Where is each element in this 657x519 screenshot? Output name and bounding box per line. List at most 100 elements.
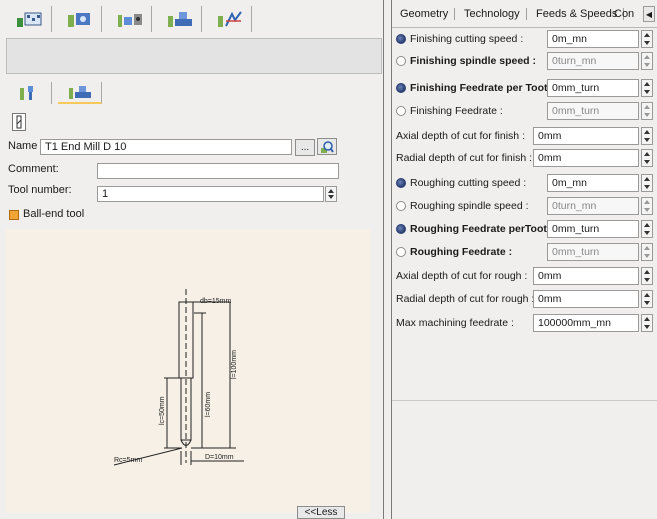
tool-sketch: db=15mm l=100mm l=60mm lc=50mm Rc=5mm D=… xyxy=(6,229,370,513)
param-spinner[interactable] xyxy=(641,30,653,48)
divider-line xyxy=(392,400,657,401)
param-row: Radial depth of cut for rough :0mm xyxy=(392,289,657,311)
param-row: Roughing Feedrate : 0mm_turn xyxy=(392,242,657,264)
param-spinner[interactable] xyxy=(641,174,653,192)
param-label: Roughing spindle speed : xyxy=(410,200,529,212)
tabs-scroll-left-icon[interactable]: ◀ xyxy=(643,6,655,22)
param-radio[interactable] xyxy=(396,56,406,66)
param-label: Radial depth of cut for rough : xyxy=(396,293,535,305)
param-label: Roughing cutting speed : xyxy=(410,177,527,189)
browse-button[interactable]: ... xyxy=(295,139,315,156)
tool-search-button[interactable] xyxy=(317,138,337,155)
param-row: Roughing Feedrate perTooth: 0mm_turn xyxy=(392,219,657,241)
tool-assembly-icon[interactable] xyxy=(108,6,152,32)
param-value-field[interactable]: 0mm_turn xyxy=(547,79,639,97)
param-spinner[interactable] xyxy=(641,197,653,215)
machine-icon[interactable] xyxy=(158,6,202,32)
db-dimension-label: db=15mm xyxy=(200,298,231,305)
param-spinner[interactable] xyxy=(641,267,653,285)
comment-field[interactable] xyxy=(97,163,339,179)
param-spinner[interactable] xyxy=(641,102,653,120)
param-spinner[interactable] xyxy=(641,220,653,238)
effective-length-label: l=60mm xyxy=(205,392,212,417)
param-row: Finishing cutting speed : 0m_mn xyxy=(392,29,657,51)
name-field[interactable]: T1 End Mill D 10 xyxy=(40,139,292,155)
tool-geometry-tab[interactable] xyxy=(8,82,52,104)
param-spinner[interactable] xyxy=(641,127,653,145)
tool-number-field[interactable]: 1 xyxy=(97,186,324,202)
param-radio[interactable] xyxy=(396,106,406,116)
param-row: Max machining feedrate : 100000mm_mn xyxy=(392,313,657,335)
ball-end-label: Ball-end tool xyxy=(23,208,85,220)
param-label: Finishing cutting speed : xyxy=(410,33,524,45)
param-value-field[interactable]: 0mm xyxy=(533,290,639,308)
param-spinner[interactable] xyxy=(641,79,653,97)
param-value-field[interactable]: 0m_mn xyxy=(547,174,639,192)
cutting-length-label: lc=50mm xyxy=(159,396,166,425)
parameter-tabs: Geometry Technology Feeds & Speeds Con ◀ xyxy=(392,0,657,28)
param-value-field[interactable]: 0m_mn xyxy=(547,30,639,48)
feeds-speeds-panel: Geometry Technology Feeds & Speeds Con ◀… xyxy=(392,0,657,519)
message-area xyxy=(6,38,382,74)
comment-label: Comment: xyxy=(8,163,59,175)
param-value-field[interactable]: 100000mm_mn xyxy=(533,314,639,332)
param-label: Axial depth of cut for rough : xyxy=(396,270,528,282)
part-operation-icon[interactable] xyxy=(8,6,52,32)
pane-splitter[interactable] xyxy=(383,0,392,519)
corner-radius-label: Rc=5mm xyxy=(114,457,142,464)
param-row: Finishing spindle speed : 0turn_mn xyxy=(392,51,657,73)
param-value-field[interactable]: 0turn_mn xyxy=(547,197,639,215)
search-icon xyxy=(321,140,334,153)
param-label: Roughing Feedrate perTooth: xyxy=(410,223,557,235)
param-row: Roughing spindle speed : 0turn_mn xyxy=(392,196,657,218)
param-label: Axial depth of cut for finish : xyxy=(396,130,525,142)
param-radio[interactable] xyxy=(396,178,406,188)
name-label: Name xyxy=(8,140,38,152)
param-row: Axial depth of cut for finish : 0mm xyxy=(392,126,657,148)
param-value-field[interactable]: 0mm xyxy=(533,149,639,167)
param-value-field[interactable]: 0mm xyxy=(533,127,639,145)
param-value-field[interactable]: 0turn_mn xyxy=(547,52,639,70)
tool-definition-panel: Name T1 End Mill D 10 ... Comment: Tool … xyxy=(0,0,383,519)
tool-sub-tabs xyxy=(8,82,108,106)
param-value-field[interactable]: 0mm xyxy=(533,267,639,285)
diameter-label: D=10mm xyxy=(205,454,234,461)
tool-number-label: Tool number: xyxy=(8,184,72,196)
total-length-label: l=100mm xyxy=(231,350,238,379)
tool-number-spinner[interactable] xyxy=(325,186,337,202)
feeds-icon[interactable] xyxy=(208,6,252,32)
less-button[interactable]: <<Less xyxy=(297,506,345,519)
param-value-field[interactable]: 0mm_turn xyxy=(547,220,639,238)
param-row: Finishing Feedrate : 0mm_turn xyxy=(392,101,657,123)
param-radio[interactable] xyxy=(396,34,406,44)
tool-holder-icon[interactable] xyxy=(58,6,102,32)
tool-assembly-tab[interactable] xyxy=(58,82,102,104)
tool-thumbnail-icon[interactable] xyxy=(12,113,26,131)
param-spinner[interactable] xyxy=(641,52,653,70)
param-radio[interactable] xyxy=(396,201,406,211)
param-label: Max machining feedrate : xyxy=(396,317,514,329)
param-spinner[interactable] xyxy=(641,314,653,332)
param-row: Axial depth of cut for rough : 0mm xyxy=(392,266,657,288)
param-label: Finishing Feedrate : xyxy=(410,105,503,117)
tab-feeds-speeds[interactable]: Feeds & Speeds xyxy=(536,8,625,20)
param-label: Radial depth of cut for finish : xyxy=(396,152,532,164)
param-radio[interactable] xyxy=(396,247,406,257)
operation-toolbar xyxy=(8,6,258,32)
param-value-field[interactable]: 0mm_turn xyxy=(547,243,639,261)
param-radio[interactable] xyxy=(396,224,406,234)
param-label: Roughing Feedrate : xyxy=(410,246,513,258)
param-spinner[interactable] xyxy=(641,243,653,261)
param-row: Radial depth of cut for finish :0mm xyxy=(392,148,657,170)
ball-end-checkbox[interactable] xyxy=(9,210,19,220)
param-spinner[interactable] xyxy=(641,149,653,167)
param-radio[interactable] xyxy=(396,83,406,93)
param-label: Finishing Feedrate per Tooth: xyxy=(410,82,558,94)
tab-geometry[interactable]: Geometry xyxy=(400,8,456,20)
param-row: Finishing Feedrate per Tooth: 0mm_turn xyxy=(392,78,657,100)
tab-compensation[interactable]: Con xyxy=(614,8,634,20)
param-spinner[interactable] xyxy=(641,290,653,308)
param-value-field[interactable]: 0mm_turn xyxy=(547,102,639,120)
tab-technology[interactable]: Technology xyxy=(464,8,527,20)
param-label: Finishing spindle speed : xyxy=(410,55,537,67)
